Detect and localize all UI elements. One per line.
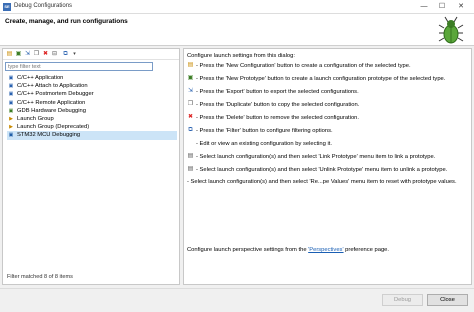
help-line-text: - Press the 'Duplicate' button to copy t… [196, 102, 360, 109]
dialog-button-bar: Debug Close [0, 288, 474, 312]
new-config-icon[interactable]: ▤ [6, 51, 13, 58]
tree-item-label: C/C++ Postmortem Debugger [17, 91, 94, 98]
help-intro: Configure launch settings from this dial… [187, 53, 295, 59]
filter-status: Filter matched 8 of 8 items [7, 274, 73, 280]
help-line-text: - Press the 'Export' button to export th… [196, 89, 359, 96]
help-line: ▤ - Press the 'New Configuration' button … [187, 62, 411, 71]
delete-icon[interactable]: ✖ [42, 51, 49, 58]
delete-icon: ✖ [187, 114, 194, 120]
help-line: ▤ - Select launch configuration(s) and th… [187, 166, 448, 175]
filter-menu-chevron-down-icon[interactable]: ▾ [71, 51, 78, 58]
help-line-text: - Press the 'Filter' button to configure… [196, 128, 333, 135]
minimize-button[interactable]: — [418, 2, 430, 12]
export-icon: ⇲ [187, 88, 194, 94]
new-config-icon: ▤ [187, 62, 194, 68]
launch-group-deprecated-icon: ▶ [9, 124, 13, 131]
window-titlebar: SE Debug Configurations — ☐ ✕ [0, 0, 474, 14]
footer-suffix: preference page. [343, 247, 390, 253]
duplicate-icon: ❐ [187, 101, 194, 107]
app-icon: SE [3, 3, 11, 11]
window-title: Debug Configurations [14, 3, 73, 9]
tree-item-label: C/C++ Application [17, 75, 64, 81]
help-line: ✖ - Press the 'Delete' button to remove t… [187, 114, 359, 123]
c-attach-icon: ▣ [8, 83, 14, 90]
tree-item-label: Launch Group [17, 115, 54, 122]
new-prototype-icon[interactable]: ▣ [15, 51, 22, 58]
stm32-icon: ▣ [8, 132, 14, 139]
tree-item-label: C/C++ Attach to Application [17, 83, 88, 90]
tree-item-label: Launch Group (Deprecated) [17, 124, 90, 131]
tree-item-stm32-mcu-debugging[interactable]: ▣ STM32 MCU Debugging [7, 131, 177, 140]
new-prototype-icon: ▣ [187, 75, 194, 81]
help-line: ⇲ - Press the 'Export' button to export t… [187, 88, 359, 97]
help-line: ❐ - Press the 'Duplicate' button to copy … [187, 101, 360, 110]
help-line-text: - Press the 'New Configuration' button t… [196, 63, 411, 70]
help-line-text: - Select launch configuration(s) and the… [187, 179, 457, 185]
filter-icon: ⧉ [188, 127, 193, 133]
c-postmortem-icon: ▣ [8, 91, 14, 98]
close-button[interactable]: Close [427, 294, 468, 306]
collapse-all-icon[interactable]: ⊟ [51, 51, 58, 58]
c-remote-icon: ▣ [8, 99, 14, 106]
tree-item-launch-group[interactable]: ▶ Launch Group [7, 115, 177, 123]
help-line-text: - Select launch configuration(s) and the… [196, 154, 436, 161]
tree-item-c-remote[interactable]: ▣ C/C++ Remote Application [7, 99, 177, 107]
perspectives-link[interactable]: 'Perspectives' [308, 247, 343, 253]
tree-item-label: GDB Hardware Debugging [17, 107, 86, 114]
help-line-text: - Press the 'New Prototype' button to cr… [196, 76, 446, 83]
window-close-button[interactable]: ✕ [455, 2, 467, 12]
gdb-icon: ▣ [8, 107, 14, 114]
tree-item-launch-group-deprecated[interactable]: ▶ Launch Group (Deprecated) [7, 123, 177, 131]
help-line: ⧉ - Press the 'Filter' button to configur… [187, 127, 333, 136]
unlink-prototype-icon: ▤ [187, 166, 194, 172]
c-app-icon: ▣ [8, 75, 14, 81]
maximize-button[interactable]: ☐ [436, 2, 448, 12]
tree-item-label: C/C++ Remote Application [17, 99, 86, 106]
dialog-header: Create, manage, and run configurations [0, 14, 474, 46]
help-line-text: - Edit or view an existing configuration… [196, 141, 332, 148]
configuration-tree: ▣ C/C++ Application ▣ C/C++ Attach to Appl… [7, 74, 177, 140]
tree-item-label: STM32 MCU Debugging [17, 132, 81, 139]
tree-item-c-application[interactable]: ▣ C/C++ Application [7, 74, 177, 82]
link-prototype-icon: ▤ [187, 153, 194, 159]
footer-prefix: Configure launch perspective settings fr… [187, 247, 309, 253]
perspectives-note: Configure launch perspective settings fr… [187, 247, 389, 253]
help-line: ▣ - Press the 'New Prototype' button to c… [187, 75, 446, 84]
tree-item-c-postmortem[interactable]: ▣ C/C++ Postmortem Debugger [7, 90, 177, 98]
debug-bug-icon [438, 16, 464, 44]
tree-item-gdb-hardware[interactable]: ▣ GDB Hardware Debugging [7, 107, 177, 115]
help-line-text: - Press the 'Delete' button to remove th… [196, 115, 360, 122]
launch-group-icon: ▶ [9, 115, 13, 122]
blank-icon [187, 140, 194, 147]
export-icon[interactable]: ⇲ [24, 51, 31, 58]
help-line: ▤ - Select launch configuration(s) and th… [187, 153, 436, 162]
dialog-title: Create, manage, and run configurations [5, 18, 128, 25]
debug-button[interactable]: Debug [382, 294, 423, 306]
tree-item-c-attach[interactable]: ▣ C/C++ Attach to Application [7, 82, 177, 90]
help-line-text: - Select launch configuration(s) and the… [196, 167, 448, 174]
help-line: - Select launch configuration(s) and the… [187, 178, 457, 187]
help-line: - Edit or view an existing configuration… [187, 140, 332, 149]
configuration-tree-pane: ▤ ▣ ⇲ ❐ ✖ ⊟ ⧉ ▾ ▣C/C++ Application ▣C/C+… [2, 48, 180, 285]
config-toolbar: ▤ ▣ ⇲ ❐ ✖ ⊟ ⧉ ▾ [3, 49, 179, 60]
duplicate-icon[interactable]: ❐ [33, 51, 40, 58]
launch-help-pane: Configure launch settings from this dial… [183, 48, 472, 285]
filter-icon[interactable]: ⧉ [62, 51, 69, 58]
filter-input[interactable] [5, 62, 153, 71]
